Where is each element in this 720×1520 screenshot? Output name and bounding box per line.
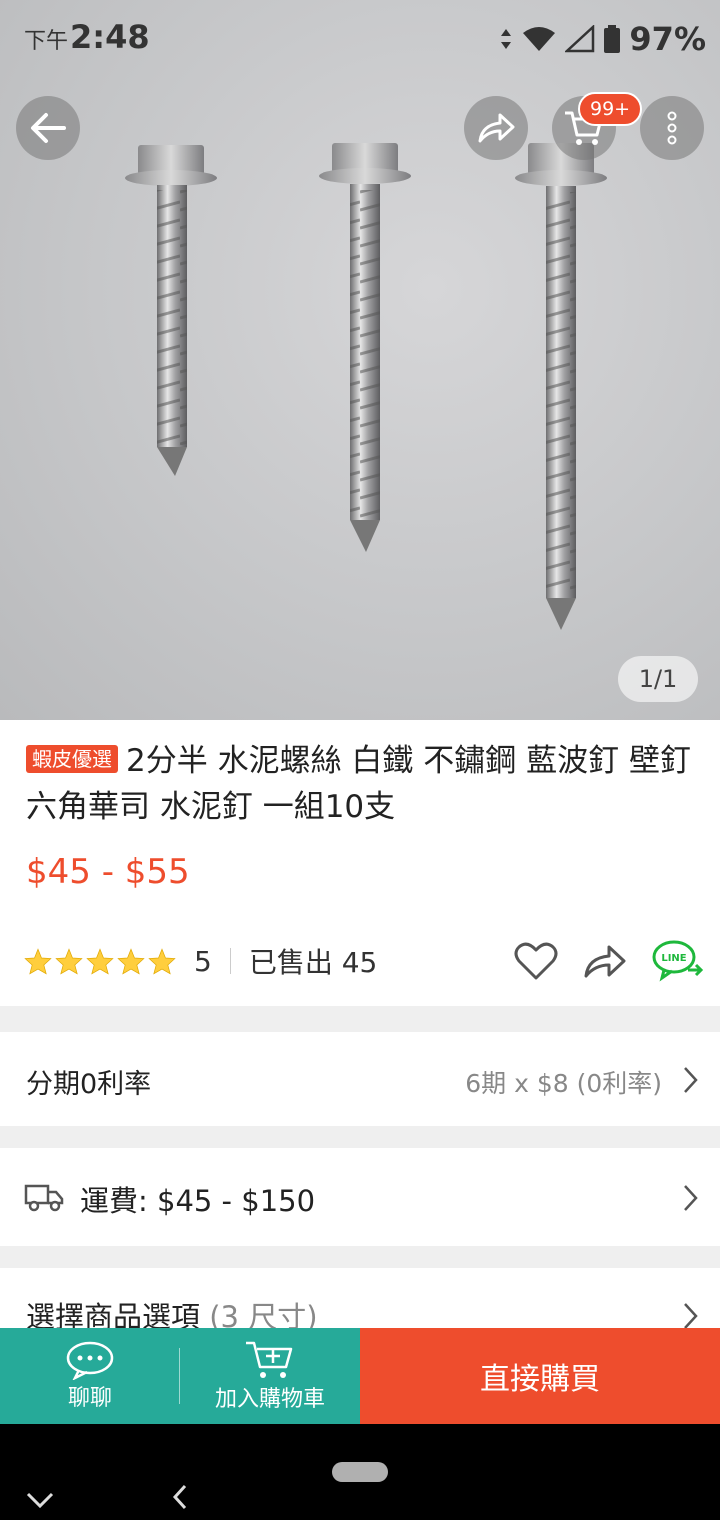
heart-icon — [514, 942, 558, 980]
product-title-block: 蝦皮優選 2分半 水泥螺絲 白鐵 不鏽鋼 藍波釘 壁釘 六角華司 水泥釘 一組10… — [26, 738, 696, 830]
star-icon — [24, 947, 52, 974]
share-product-button[interactable] — [582, 942, 628, 980]
bottom-action-bar: 聊聊 加入購物車 直接購買 — [0, 1328, 720, 1424]
battery-icon — [604, 25, 621, 53]
installment-label: 分期0利率 — [26, 1069, 152, 1100]
more-button[interactable] — [640, 96, 704, 160]
share-button[interactable] — [464, 96, 528, 160]
screw-1 — [125, 145, 217, 476]
installment-row[interactable]: 分期0利率 6期 x $8 (0利率) — [0, 1032, 720, 1126]
divider — [229, 948, 231, 974]
add-to-cart-label: 加入購物車 — [214, 1387, 325, 1412]
back-button[interactable] — [16, 96, 80, 160]
star-icon — [148, 947, 176, 974]
status-bar: 下午2:48 97% — [0, 0, 720, 78]
wifi-icon — [523, 27, 556, 51]
installment-value: 6期 x $8 (0利率) — [465, 1069, 662, 1098]
rating-value: 5 — [194, 944, 212, 978]
product-info: 蝦皮優選 2分半 水泥螺絲 白鐵 不鏽鋼 藍波釘 壁釘 六角華司 水泥釘 一組10… — [0, 720, 720, 1006]
shipping-fee: 運費: $45 - $150 — [80, 1184, 316, 1218]
status-time: 2:48 — [70, 18, 150, 56]
image-counter: 1/1 — [618, 656, 698, 702]
nav-back-icon[interactable] — [172, 1484, 188, 1510]
chat-icon — [66, 1341, 114, 1380]
add-cart-icon — [246, 1341, 293, 1378]
status-clock: 下午2:48 — [24, 18, 150, 56]
chat-button[interactable]: 聊聊 — [0, 1328, 180, 1424]
product-title: 2分半 水泥螺絲 白鐵 不鏽鋼 藍波釘 壁釘 六角華司 水泥釘 一組10支 — [26, 743, 691, 825]
chat-label: 聊聊 — [67, 1386, 112, 1411]
system-nav-bar — [0, 1424, 720, 1520]
product-page: 下午2:48 97% 99+ 1/1 蝦皮優選 2分半 水泥螺絲 白鐵 不鏽鋼 … — [0, 0, 720, 1520]
rating-row: 5 已售出 45 LINE — [24, 938, 704, 984]
cart-badge: 99+ — [578, 92, 643, 126]
share-icon — [584, 945, 626, 978]
preferred-tag: 蝦皮優選 — [26, 745, 118, 773]
signal-icon — [565, 25, 595, 53]
chevron-right-icon — [684, 1185, 698, 1211]
rating-stars[interactable] — [24, 947, 176, 975]
line-icon: LINE — [652, 940, 704, 982]
sold-count: 已售出 45 — [248, 946, 378, 979]
product-price: $45 - $55 — [26, 852, 190, 892]
buy-now-button[interactable]: 直接購買 — [360, 1328, 720, 1424]
battery-percent: 97% — [629, 20, 706, 58]
truck-icon — [24, 1184, 64, 1212]
status-icons: 97% — [499, 20, 706, 58]
like-button[interactable] — [514, 941, 558, 981]
shipping-row[interactable]: 運費: $45 - $150 — [0, 1148, 720, 1246]
star-icon — [55, 947, 83, 974]
star-icon — [117, 947, 145, 974]
screw-3 — [515, 143, 607, 630]
add-to-cart-button[interactable]: 加入購物車 — [180, 1328, 360, 1424]
screw-2 — [319, 143, 411, 552]
chevron-right-icon — [684, 1303, 698, 1329]
product-actions: LINE — [490, 938, 704, 984]
line-share-button[interactable]: LINE — [652, 940, 704, 982]
share-icon — [478, 113, 515, 143]
collapse-icon[interactable] — [26, 1492, 54, 1508]
back-arrow-icon — [31, 113, 66, 143]
svg-text:LINE: LINE — [661, 953, 686, 964]
star-icon — [86, 947, 114, 974]
home-pill[interactable] — [332, 1462, 388, 1482]
chevron-right-icon — [684, 1067, 698, 1093]
more-vert-icon — [667, 111, 677, 145]
buy-now-label: 直接購買 — [480, 1362, 600, 1397]
data-arrows-icon — [501, 29, 512, 49]
status-ampm: 下午 — [24, 29, 69, 54]
